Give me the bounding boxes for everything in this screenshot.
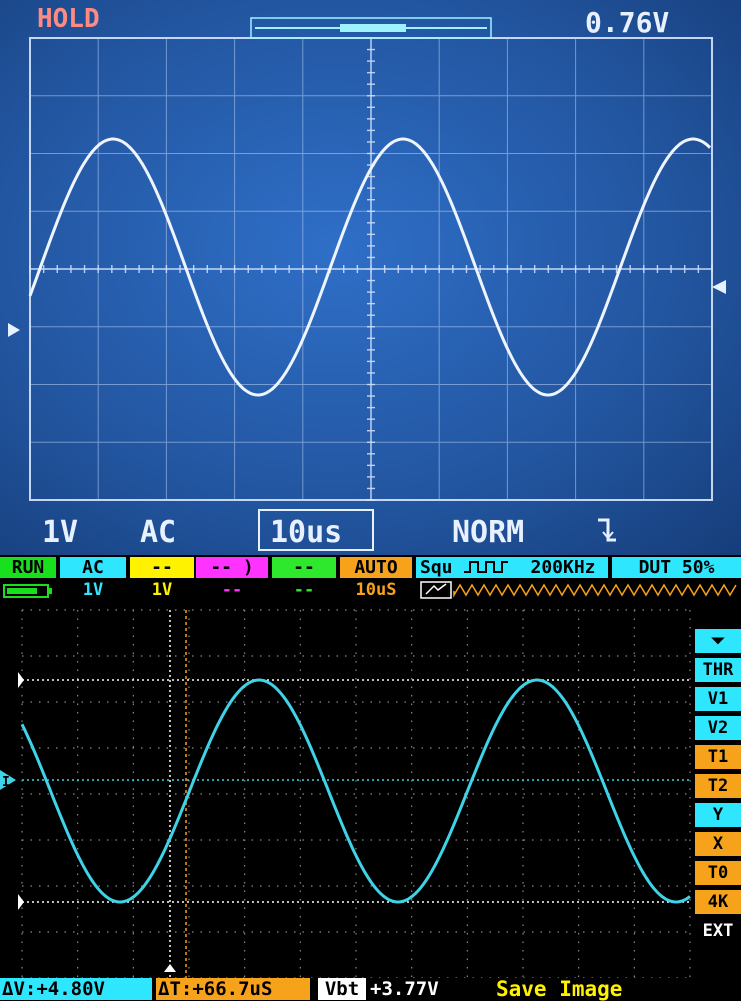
signal-type[interactable]: Squ — [416, 557, 520, 578]
frequency-readout: 200KHz — [518, 557, 608, 578]
trigger-mode: NORM — [452, 515, 525, 550]
ch2-volts: 1V — [151, 580, 173, 600]
timebase-label: 10us — [270, 515, 343, 550]
side-menu-t2[interactable]: T2 — [695, 774, 741, 798]
ch4-volts: -- — [293, 580, 315, 600]
voltage-readout: 0.76V — [585, 6, 670, 39]
memory-position-bar[interactable] — [420, 581, 738, 604]
v1-marker — [18, 672, 24, 688]
side-menu-4k[interactable]: 4K — [695, 890, 741, 914]
side-menu-v1[interactable]: V1 — [695, 687, 741, 711]
analog-scope-screen: HOLD 0.76V 1V AC 10us NORM — [0, 0, 741, 555]
side-menu-v2[interactable]: V2 — [695, 716, 741, 740]
status-bar-values: 1V 1V -- -- 10uS — [0, 580, 741, 602]
measurement-status-bar: ΔV:+4.80V ΔT:+66.7uS Vbt +3.77V Save Ima… — [0, 978, 741, 1000]
ch2-label[interactable]: -- — [130, 557, 194, 578]
save-image-button[interactable]: Save Image — [496, 978, 622, 1000]
channel-volts: 1V — [42, 515, 79, 550]
analog-sine-trace — [28, 137, 712, 397]
vbt-value: +3.77V — [370, 978, 439, 1000]
square-wave-icon — [464, 561, 509, 573]
timebase-value: 10uS — [355, 580, 397, 600]
v2-marker — [18, 894, 24, 910]
delta-t-readout: ΔT:+66.7uS — [156, 978, 310, 1000]
falling-edge-icon — [596, 516, 618, 548]
ch3-volts: -- — [221, 580, 243, 600]
coupling-label: AC — [140, 515, 177, 550]
coupling-ch1[interactable]: AC — [60, 557, 126, 578]
ch1-volts: 1V — [82, 580, 104, 600]
right-level-marker — [712, 280, 726, 294]
battery-icon — [3, 583, 53, 603]
left-level-marker — [8, 323, 20, 337]
signal-type-label: Squ — [420, 557, 453, 578]
hold-label: HOLD — [37, 4, 100, 34]
t1-marker — [164, 964, 176, 972]
run-button[interactable]: RUN — [0, 557, 56, 578]
side-menu-t1[interactable]: T1 — [695, 745, 741, 769]
analog-scope-graticule — [8, 17, 726, 501]
svg-text:I: I — [2, 775, 10, 790]
vbt-label: Vbt — [318, 978, 366, 1000]
side-menu-y[interactable]: Y — [695, 803, 741, 827]
side-menu-ext[interactable]: EXT — [695, 919, 741, 943]
side-menu-trigger-edge[interactable]: ⏷ — [695, 629, 741, 653]
duty-readout: DUT 50% — [612, 557, 741, 578]
delta-v-readout: ΔV:+4.80V — [0, 978, 152, 1000]
side-menu-thr[interactable]: THR — [695, 658, 741, 682]
ch4-label[interactable]: -- — [272, 557, 336, 578]
auto-button[interactable]: AUTO — [340, 557, 412, 578]
lcd-waveform-area: I ⏷ THR V1 V2 T1 T2 Y X T0 4K EXT — [0, 602, 741, 978]
side-menu-t0[interactable]: T0 — [695, 861, 741, 885]
ch3-label[interactable]: -- ) — [196, 557, 268, 578]
lcd-graticule: I — [0, 609, 691, 978]
status-bar-top: RUN AC -- -- ) -- AUTO Squ 200KHz DUT 50… — [0, 557, 741, 580]
side-menu-x[interactable]: X — [695, 832, 741, 856]
